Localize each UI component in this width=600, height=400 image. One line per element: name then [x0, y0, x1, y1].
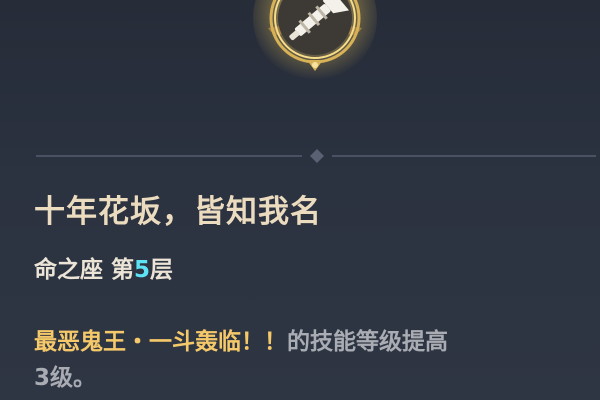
- skill-name-highlight: 最恶鬼王・一斗轰临！！: [34, 329, 287, 355]
- constellation-level: 命之座 第5层: [34, 250, 173, 284]
- description-line-1: 最恶鬼王・一斗轰临！！的技能等级提高: [34, 324, 600, 360]
- constellation-title: 十年花坂，皆知我名: [34, 194, 322, 230]
- constellation-description: 最恶鬼王・一斗轰临！！的技能等级提高 3级。: [34, 324, 600, 396]
- constellation-detail-panel: 十年花坂，皆知我名 命之座 第5层 最恶鬼王・一斗轰临！！的技能等级提高 3级。: [0, 0, 600, 400]
- section-divider: [36, 148, 596, 163]
- level-number: 5: [134, 257, 151, 283]
- level-prefix: 命之座 第: [34, 257, 135, 283]
- description-text: 的技能等级提高: [287, 329, 448, 355]
- level-suffix: 层: [150, 257, 174, 283]
- constellation-icon[interactable]: [250, 0, 380, 90]
- description-line-2: 3级。: [34, 365, 97, 391]
